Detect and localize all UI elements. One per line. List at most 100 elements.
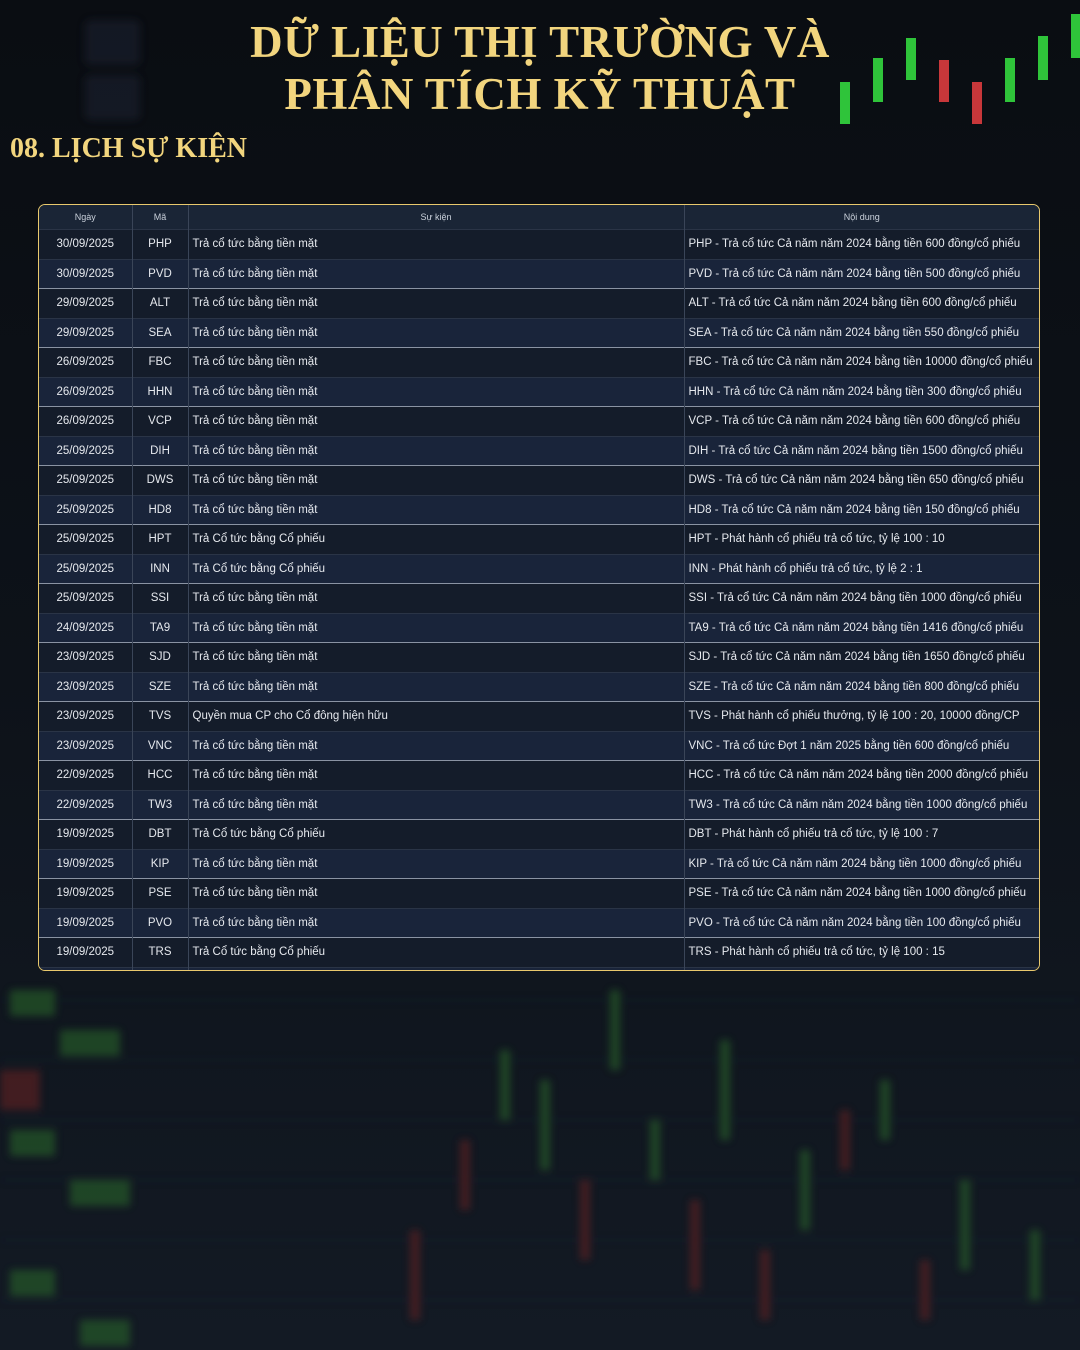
table-row: 26/09/2025 VCP Trả cổ tức bằng tiền mặt VCP… [39, 406, 1039, 436]
cell-event: Trả Cổ tức bằng Cổ phiếu [188, 554, 685, 584]
cell-content: SSI - Trả cổ tức Cả năm năm 2024 bằng ti… [688, 592, 1022, 605]
cell-code: HHN [132, 377, 189, 407]
cell-content: HCC - Trả cổ tức Cả năm năm 2024 bằng ti… [688, 769, 1028, 782]
cell-date: 19/09/2025 [39, 819, 133, 849]
table-row: 25/09/2025 HD8 Trả cổ tức bằng tiền mặt HD8… [39, 495, 1039, 525]
table-row: 22/09/2025 HCC Trả cổ tức bằng tiền mặt HCC… [39, 760, 1039, 790]
table-row: 19/09/2025 DBT Trả Cổ tức bằng Cổ phiếu DBT… [39, 819, 1039, 849]
cell-content: KIP - Trả cổ tức Cả năm năm 2024 bằng ti… [688, 857, 1022, 870]
cell-event: Trả cổ tức bằng tiền mặt [188, 347, 685, 377]
section-title: 08. LỊCH SỰ KIỆN [10, 133, 248, 164]
cell-code: KIP [132, 849, 189, 879]
cell-content: PVD - Trả cổ tức Cả năm năm 2024 bằng ti… [688, 267, 1021, 280]
cell-code: DIH [132, 436, 189, 466]
cell-event: Trả cổ tức bằng tiền mặt [188, 731, 685, 761]
cell-code: TA9 [132, 613, 189, 643]
cell-content: PSE - Trả cổ tức Cả năm năm 2024 bằng ti… [688, 887, 1027, 900]
cell-content: PHP - Trả cổ tức Cả năm năm 2024 bằng ti… [688, 238, 1021, 251]
cell-code: HD8 [132, 495, 189, 525]
cell-date: 26/09/2025 [39, 347, 133, 377]
cell-event: Trả cổ tức bằng tiền mặt [188, 495, 685, 525]
cell-event: Trả cổ tức bằng tiền mặt [188, 406, 685, 436]
candlestick-decoration [840, 14, 1080, 124]
cell-event: Trả cổ tức bằng tiền mặt [188, 229, 685, 259]
table-row: 19/09/2025VLGTrả cổ tức bằng tiền mặtVLG… [39, 967, 1039, 970]
cell-event: Trả cổ tức bằng tiền mặt [188, 465, 685, 495]
cell-date: 25/09/2025 [39, 495, 133, 525]
table-row: 25/09/2025 SSI Trả cổ tức bằng tiền mặt SSI… [39, 583, 1039, 613]
header-event: Sự kiện [188, 205, 685, 230]
cell-content: VCP - Trả cổ tức Cả năm năm 2024 bằng ti… [688, 415, 1021, 428]
cell-event: Quyền mua CP cho Cổ đông hiện hữu [188, 701, 685, 731]
table-header-row: Ngày Mã Sự kiện Nội dung [39, 205, 1039, 230]
cell-content: ALT - Trả cổ tức Cả năm năm 2024 bằng ti… [688, 297, 1017, 310]
candle-up-3 [906, 38, 916, 80]
cell-event: Trả cổ tức bằng tiền mặt [188, 760, 685, 790]
cell-event: Trả cổ tức bằng tiền mặt [188, 849, 685, 879]
table-row: 23/09/2025 SZE Trả cổ tức bằng tiền mặt SZE… [39, 672, 1039, 702]
cell-code: PHP [132, 229, 189, 259]
cell-event: Trả cổ tức bằng tiền mặt [188, 583, 685, 613]
table-row: 23/09/2025 VNC Trả cổ tức bằng tiền mặt VNC… [39, 731, 1039, 761]
cell-content: VNC - Trả cổ tức Đợt 1 năm 2025 bằng tiề… [688, 739, 1010, 752]
cell-date: 25/09/2025 [39, 583, 133, 613]
cell-code: SJD [132, 642, 189, 672]
cell-event: Trả cổ tức bằng tiền mặt [188, 377, 685, 407]
cell-date: 19/09/2025 [39, 878, 133, 908]
cell-date: 25/09/2025 [39, 465, 133, 495]
cell-date: 30/09/2025 [39, 229, 133, 259]
cell-date: 19/09/2025 [39, 937, 133, 967]
cell-code: INN [132, 554, 189, 584]
table-row: 19/09/2025 PSE Trả cổ tức bằng tiền mặt PSE… [39, 878, 1039, 908]
table-row: 23/09/2025 SJD Trả cổ tức bằng tiền mặt SJD… [39, 642, 1039, 672]
table-row: 26/09/2025 HHN Trả cổ tức bằng tiền mặt HHN… [39, 377, 1039, 407]
cell-content: INN - Phát hành cổ phiếu trả cổ tức, tỷ … [688, 562, 923, 575]
cell-code: PVD [132, 259, 189, 289]
header-content: Nội dung [684, 205, 1039, 230]
cell-date: 23/09/2025 [39, 642, 133, 672]
cell-content: TA9 - Trả cổ tức Cả năm năm 2024 bằng ti… [688, 621, 1024, 634]
candle-up-5 [1038, 36, 1048, 80]
cell-event: Trả Cổ tức bằng Cổ phiếu [188, 937, 685, 967]
cell-content: DIH - Trả cổ tức Cả năm năm 2024 bằng ti… [688, 444, 1023, 457]
cell-code: TRS [132, 937, 189, 967]
cell-event: Trả cổ tức bằng tiền mặt [188, 878, 685, 908]
cell-date: 25/09/2025 [39, 436, 133, 466]
cell-event: Trả cổ tức bằng tiền mặt [188, 642, 685, 672]
cell-code: VLG [132, 967, 189, 970]
cell-date: 22/09/2025 [39, 760, 133, 790]
cell-code: FBC [132, 347, 189, 377]
table-row: 19/09/2025 KIP Trả cổ tức bằng tiền mặt KIP… [39, 849, 1039, 879]
table-row: 30/09/2025 PHP Trả cổ tức bằng tiền mặt PHP… [39, 229, 1039, 259]
table-row: 29/09/2025 SEA Trả cổ tức bằng tiền mặt SEA… [39, 318, 1039, 348]
cell-date: 29/09/2025 [39, 318, 133, 348]
candle-up-4 [1005, 58, 1015, 102]
cell-content: SEA - Trả cổ tức Cả năm năm 2024 bằng ti… [688, 326, 1020, 339]
table-row: 24/09/2025 TA9 Trả cổ tức bằng tiền mặt TA9… [39, 613, 1039, 643]
cell-date: 25/09/2025 [39, 554, 133, 584]
table-row: 30/09/2025 PVD Trả cổ tức bằng tiền mặt PVD… [39, 259, 1039, 289]
cell-content: DWS - Trả cổ tức Cả năm năm 2024 bằng ti… [688, 474, 1024, 487]
cell-event: Trả cổ tức bằng tiền mặt [188, 908, 685, 938]
cell-date: 26/09/2025 [39, 377, 133, 407]
cell-date: 23/09/2025 [39, 672, 133, 702]
candle-up-6 [1071, 14, 1080, 58]
cell-event: Trả cổ tức bằng tiền mặt [188, 259, 685, 289]
cell-content: SZE - Trả cổ tức Cả năm năm 2024 bằng ti… [688, 680, 1020, 693]
cell-date: 24/09/2025 [39, 613, 133, 643]
cell-content: PVO - Trả cổ tức Cả năm năm 2024 bằng ti… [688, 916, 1021, 929]
cell-event: Trả cổ tức bằng tiền mặt [188, 672, 685, 702]
cell-code: HPT [132, 524, 189, 554]
cell-date: 19/09/2025 [39, 849, 133, 879]
candle-down-2 [972, 82, 982, 124]
cell-content: HD8 - Trả cổ tức Cả năm năm 2024 bằng ti… [688, 503, 1020, 516]
cell-code: PSE [132, 878, 189, 908]
cell-event: Trả cổ tức bằng tiền mặt [188, 318, 685, 348]
cell-code: TVS [132, 701, 189, 731]
candle-up-2 [873, 58, 883, 102]
table-row: 25/09/2025 HPT Trả Cổ tức bằng Cổ phiếu HPT… [39, 524, 1039, 554]
cell-code: ALT [132, 288, 189, 318]
table-row: 19/09/2025 TRS Trả Cổ tức bằng Cổ phiếu TRS… [39, 937, 1039, 967]
event-calendar-table: Ngày Mã Sự kiện Nội dung 30/09/2025 PHP Tr… [38, 204, 1040, 971]
table-row: 25/09/2025 DWS Trả cổ tức bằng tiền mặt DWS… [39, 465, 1039, 495]
